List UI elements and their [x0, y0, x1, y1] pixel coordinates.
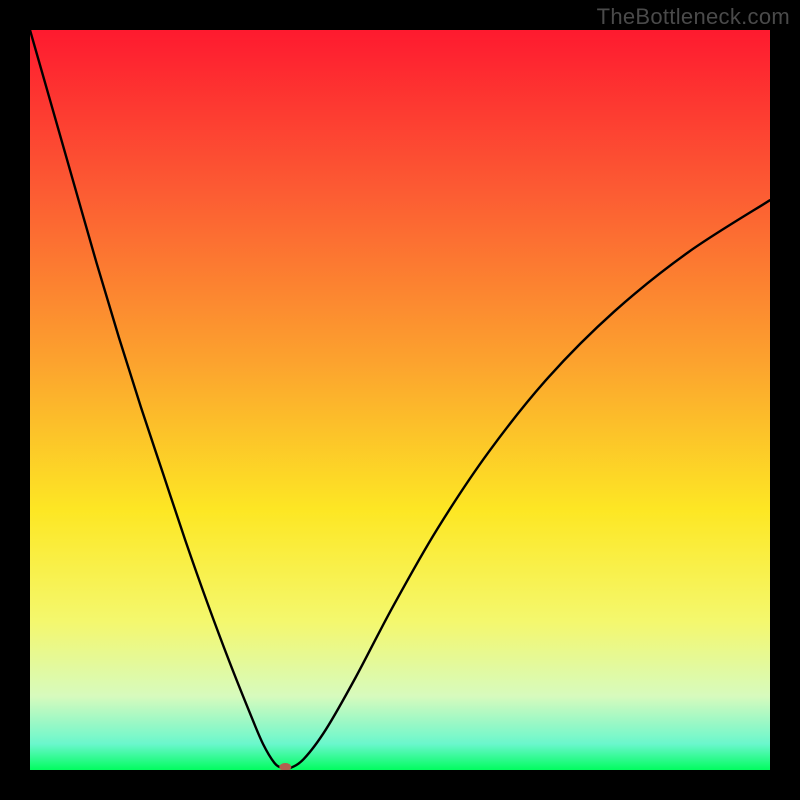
watermark-text: TheBottleneck.com	[597, 4, 790, 30]
gradient-background	[30, 30, 770, 770]
plot-area	[30, 30, 770, 770]
bottleneck-chart	[30, 30, 770, 770]
chart-frame: TheBottleneck.com	[0, 0, 800, 800]
